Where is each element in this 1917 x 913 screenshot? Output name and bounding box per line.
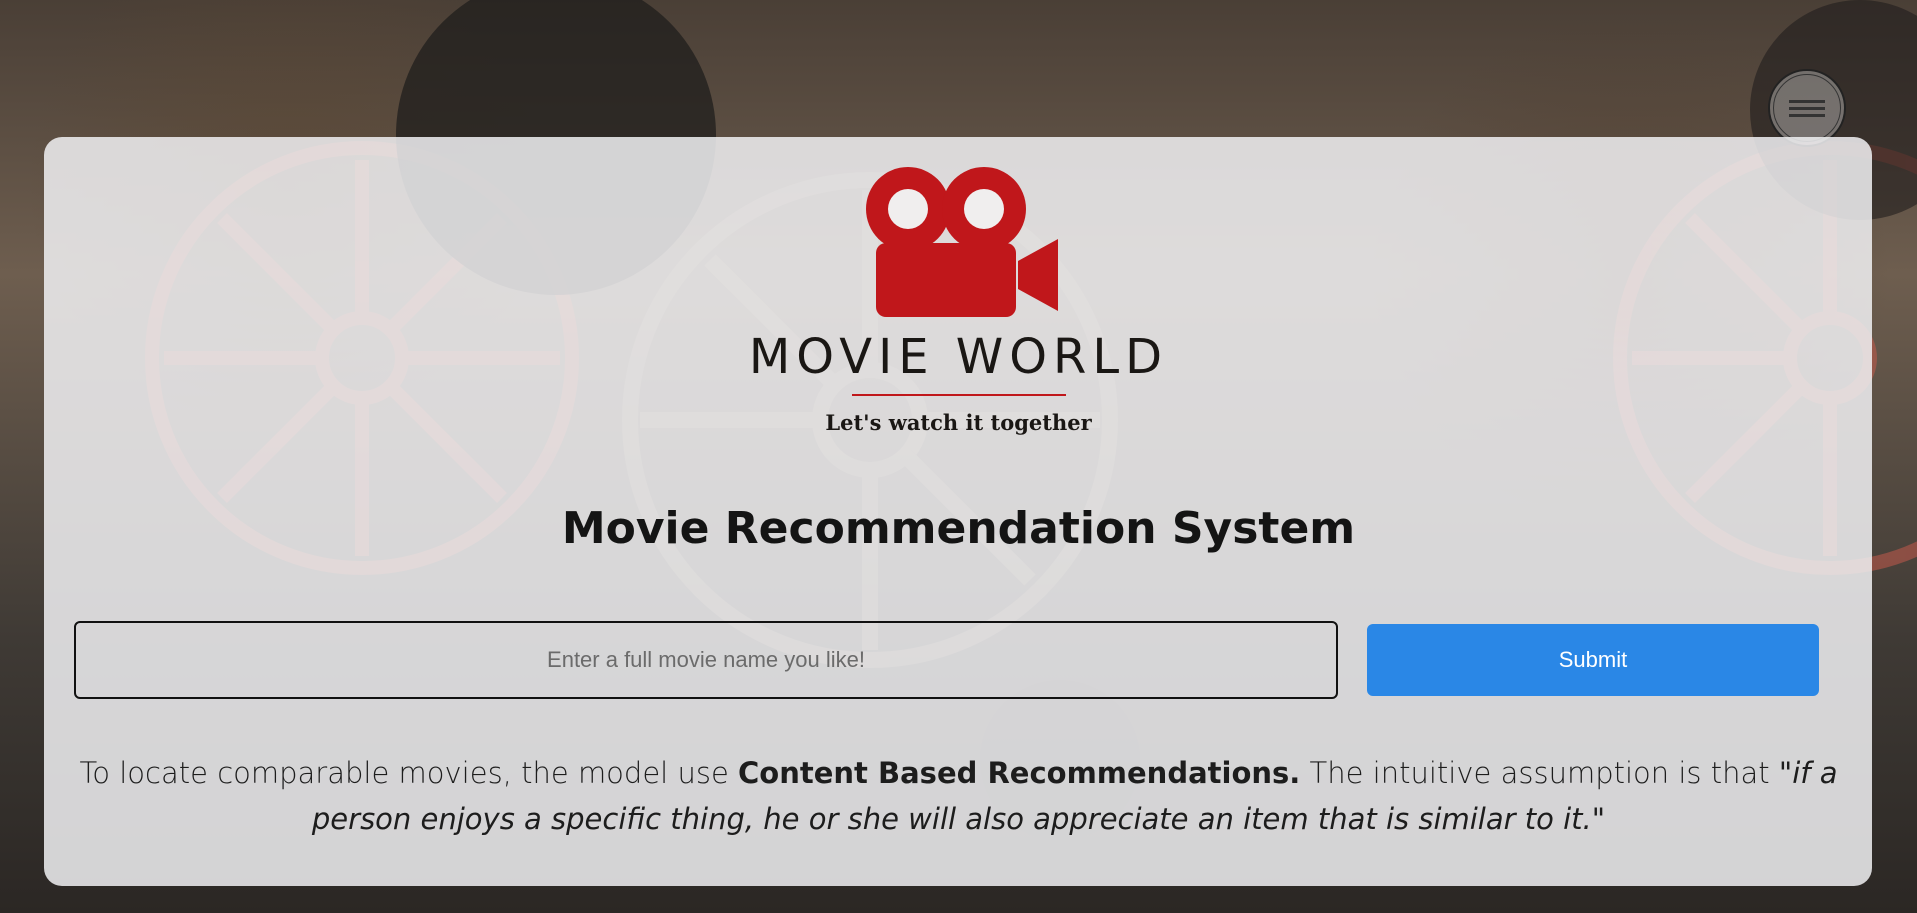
submit-button[interactable]: Submit [1367,624,1819,696]
movie-search-input[interactable] [74,621,1338,699]
menu-icon [1773,74,1841,142]
description-part2: The intuitive assumption is that [1300,756,1779,790]
brand-tagline: Let's watch it together [825,410,1092,435]
description-text: To locate comparable movies, the model u… [60,750,1857,842]
movie-camera-icon [858,161,1062,321]
brand-name: MOVIE WORLD [748,329,1169,385]
menu-button[interactable] [1768,69,1846,147]
description-bold: Content Based Recommendations. [738,756,1301,790]
brand-divider [852,394,1066,396]
description-part1: To locate comparable movies, the model u… [79,756,739,790]
page-title: Movie Recommendation System [561,503,1356,554]
